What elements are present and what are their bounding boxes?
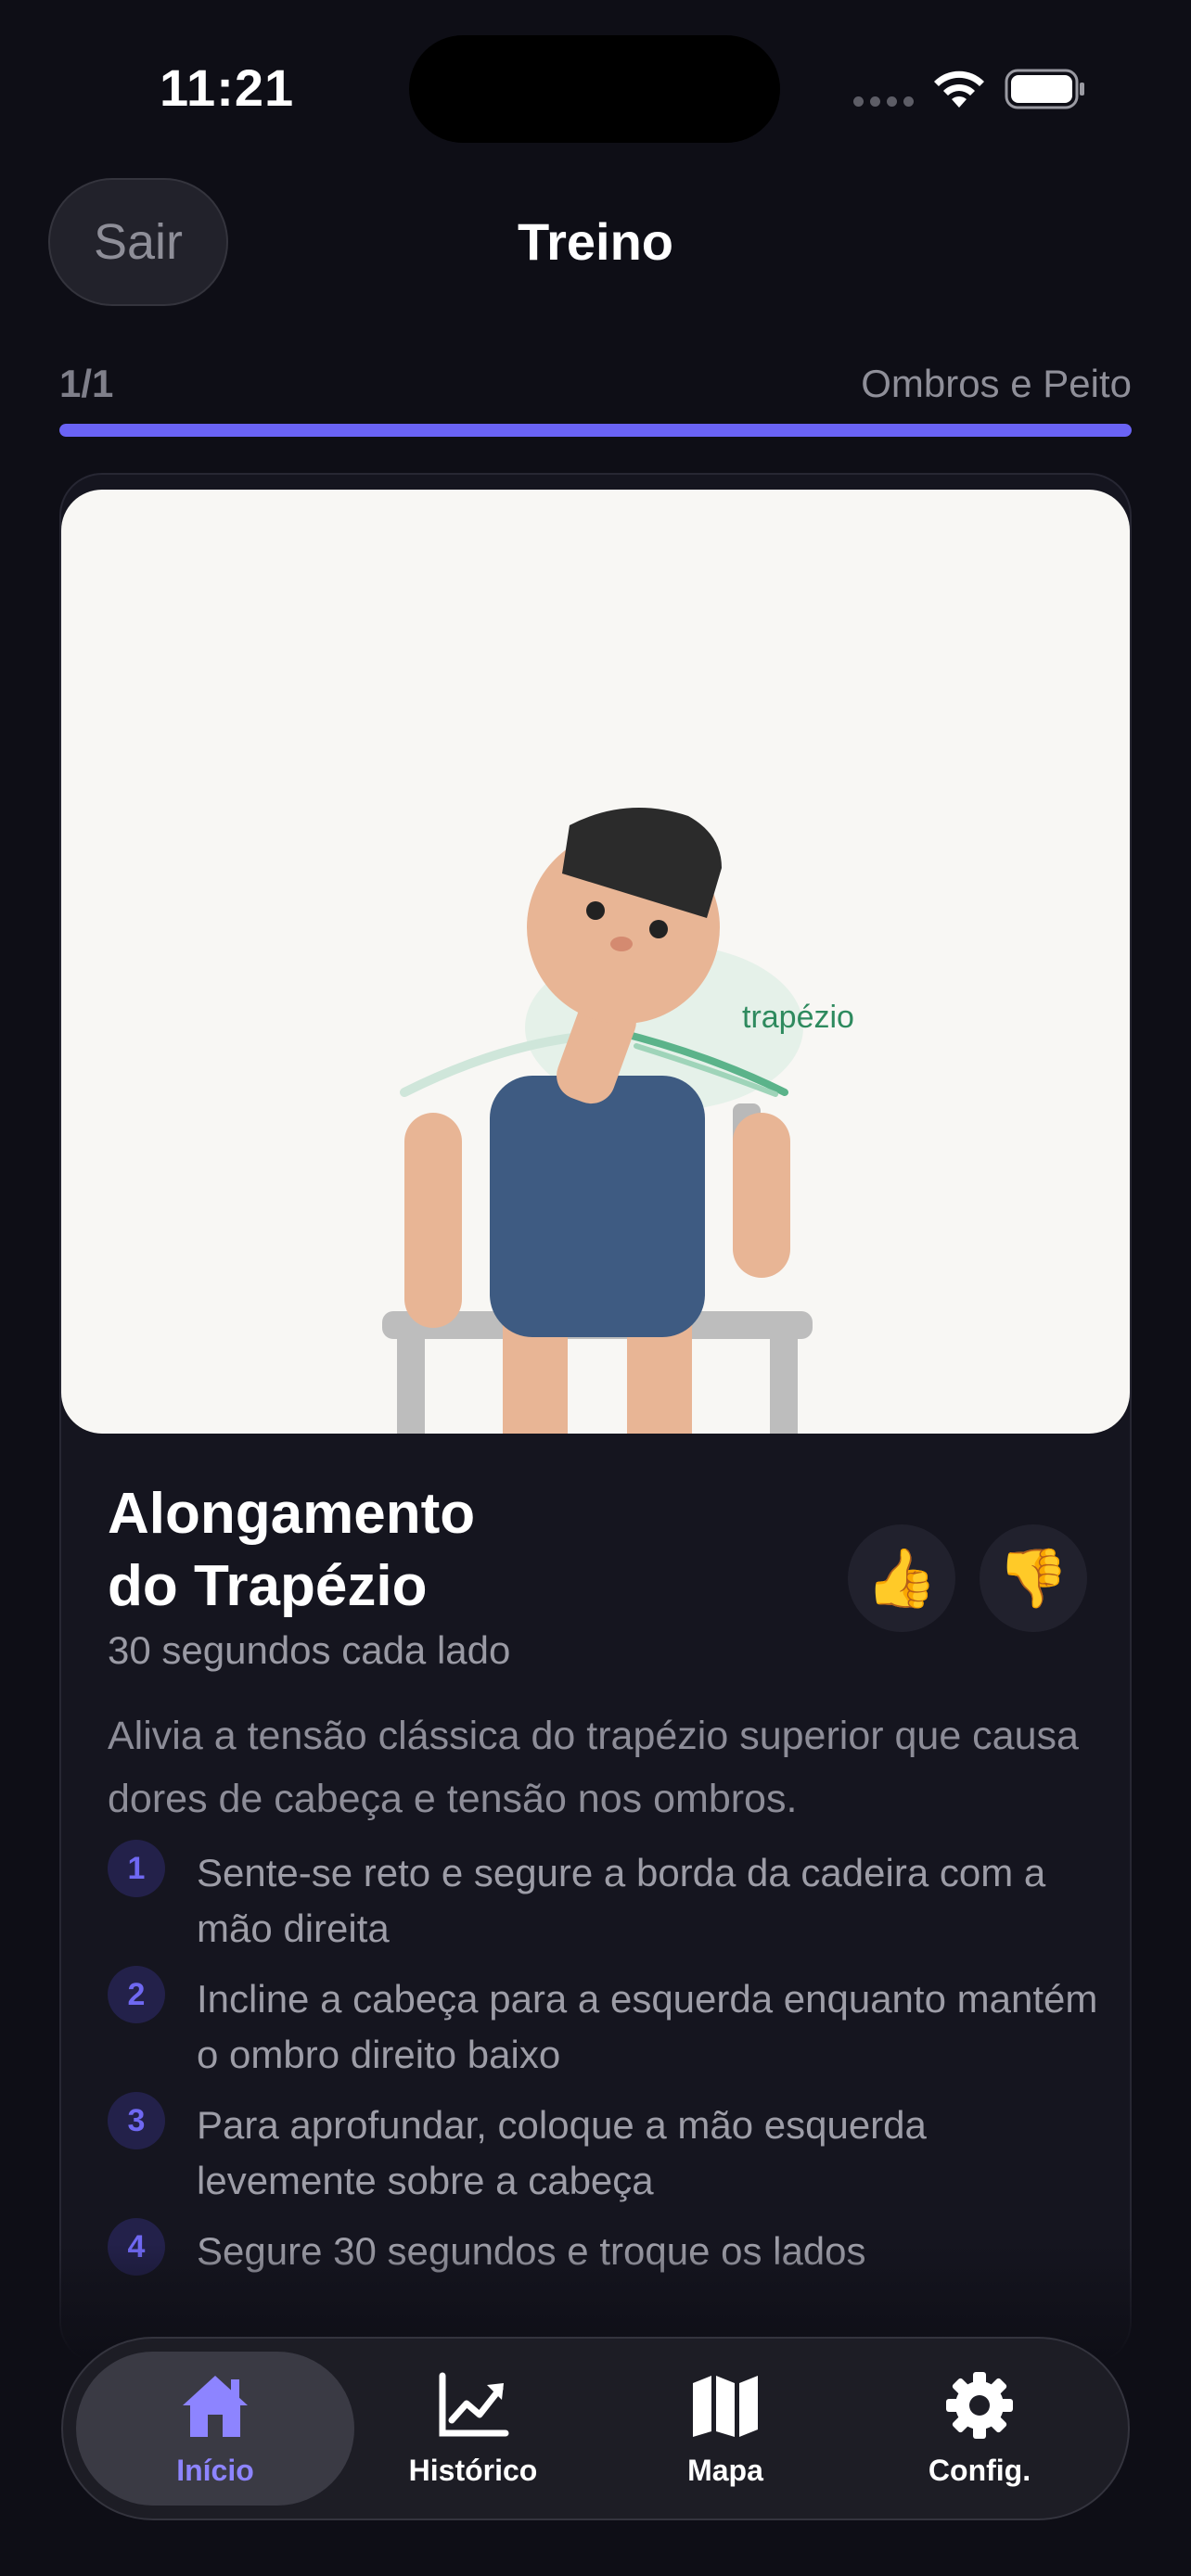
progress-bar: [59, 424, 1132, 437]
workout-screen: 11:21 Sair Treino 1/1 Ombros e Peito tra…: [0, 0, 1191, 2576]
tab-label: Início: [176, 2453, 254, 2487]
battery-icon: [1005, 69, 1084, 109]
tab-inicio[interactable]: Início: [76, 2352, 354, 2506]
step-item: 1 Sente-se reto e segure a borda da cade…: [108, 1840, 1100, 1957]
step-number: 1: [108, 1840, 165, 1897]
dynamic-island: [409, 35, 780, 143]
step-item: 3 Para aprofundar, coloque a mão esquerd…: [108, 2092, 1100, 2209]
tab-historico[interactable]: Histórico: [334, 2352, 612, 2506]
step-number: 2: [108, 1966, 165, 2023]
thumbs-up-button[interactable]: 👍: [848, 1524, 955, 1632]
exercise-description: Alivia a tensão clássica do trapézio sup…: [108, 1714, 1079, 1821]
map-icon: [693, 2375, 758, 2437]
progress-bar-fill: [59, 424, 1132, 437]
trapezius-stretch-figure: trapézio: [382, 808, 854, 1434]
tab-label: Config.: [928, 2453, 1031, 2487]
exercise-duration: 30 segundos cada lado: [108, 1628, 511, 1672]
status-time: 11:21: [160, 58, 295, 117]
thumbs-up-icon: 👍: [865, 1546, 938, 1611]
step-text: Incline a cabeça para a esquerda enquant…: [197, 1977, 1098, 2076]
exercise-title-line2: do Trapézio: [108, 1554, 428, 1618]
thumbs-down-icon: 👎: [997, 1546, 1069, 1611]
progress-count: 1/1: [59, 362, 114, 405]
tab-label: Mapa: [687, 2453, 763, 2487]
page-title: Treino: [517, 212, 674, 271]
thumbs-down-button[interactable]: 👎: [980, 1524, 1087, 1632]
exercise-illustration: trapézio: [61, 490, 1130, 1434]
exercise-title-line1: Alongamento: [108, 1482, 476, 1546]
tab-config[interactable]: Config.: [840, 2352, 1119, 2506]
tab-mapa[interactable]: Mapa: [586, 2352, 864, 2506]
wifi-icon: [934, 70, 984, 108]
exercise-card: trapézio Alongamento do Trapézio 30 segu…: [59, 473, 1132, 2365]
tab-label: Histórico: [408, 2453, 538, 2487]
exercise-title: Alongamento do Trapézio: [108, 1478, 664, 1623]
steps-list: 1 Sente-se reto e segure a borda da cade…: [108, 1840, 1100, 2294]
tab-bar: Início Histórico Mapa Config.: [61, 2337, 1130, 2520]
house-icon: [183, 2375, 248, 2437]
step-item: 2 Incline a cabeça para a esquerda enqua…: [108, 1966, 1100, 2083]
muscle-label: trapézio: [742, 1000, 854, 1035]
gear-icon: [946, 2371, 1013, 2439]
cellular-signal-icon: [853, 96, 914, 107]
step-text: Sente-se reto e segure a borda da cadeir…: [197, 1851, 1046, 1950]
step-text: Para aprofundar, coloque a mão esquerda …: [197, 2103, 927, 2202]
progress-category: Ombros e Peito: [861, 362, 1132, 405]
chart-line-icon: [439, 2372, 509, 2436]
step-number: 3: [108, 2092, 165, 2149]
